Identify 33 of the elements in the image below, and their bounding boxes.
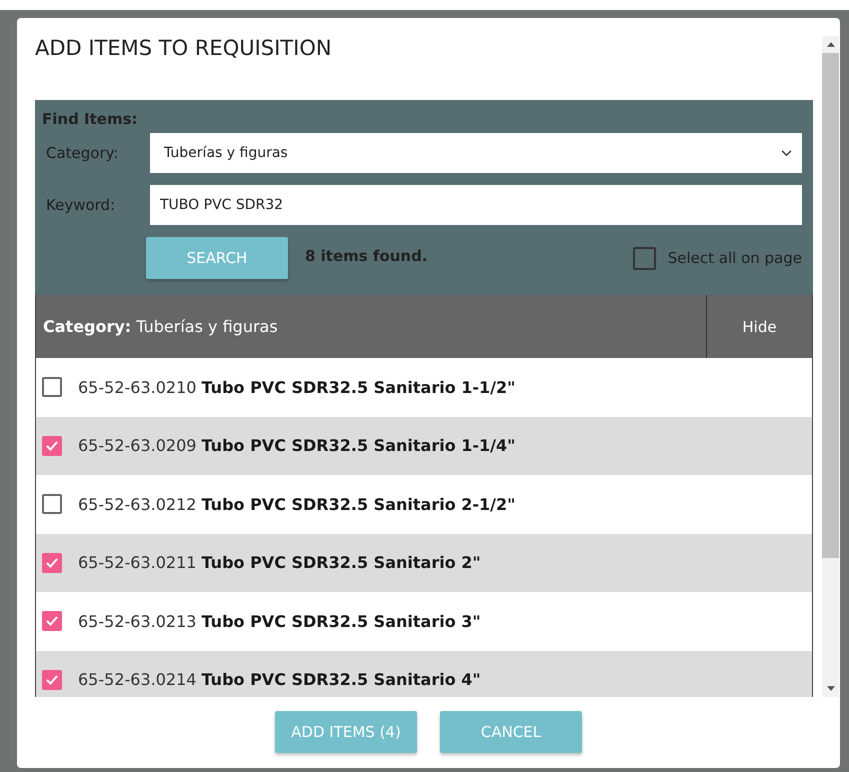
item-label: 65-52-63.0212 Tubo PVC SDR32.5 Sanitario 2-1/2": [78, 494, 516, 514]
item-label: 65-52-63.0210 Tubo PVC SDR32.5 Sanitario 1-1/2": [78, 378, 516, 397]
item-checkbox[interactable]: [42, 611, 62, 632]
item-row[interactable]: 65-52-63.0209 Tubo PVC SDR32.5 Sanitario 1-1/4": [36, 416, 812, 475]
scroll-down-icon[interactable]: [826, 686, 834, 691]
category-title: Category: Tuberías y figuras: [42, 317, 279, 336]
select-all-checkbox[interactable]: [632, 246, 656, 270]
item-checkbox[interactable]: [42, 436, 62, 456]
category-select[interactable]: Tuberías y figuras: [150, 133, 802, 173]
dialog-title: ADD ITEMS TO REQUISITION: [35, 36, 333, 62]
item-label: 65-52-63.0214 Tubo PVC SDR32.5 Sanitario 4": [78, 670, 481, 690]
check-icon: [45, 672, 59, 687]
result-count: 8 items found.: [305, 247, 428, 265]
check-icon: [45, 556, 59, 570]
item-label: 65-52-63.0209 Tubo PVC SDR32.5 Sanitario 1-1/4": [78, 436, 516, 456]
checkbox-label: Select all on page: [668, 249, 802, 267]
item-row[interactable]: 65-52-63.0211 Tubo PVC SDR32.5 Sanitario 2": [36, 534, 812, 592]
item-checkbox[interactable]: [42, 494, 62, 514]
chevron-down-icon: [781, 150, 792, 156]
field-label: Keyword:: [45, 196, 116, 214]
item-label: 65-52-63.0211 Tubo PVC SDR32.5 Sanitario 2": [78, 553, 481, 572]
item-checkbox[interactable]: [42, 377, 62, 398]
check-icon: [45, 614, 59, 628]
check-icon: [45, 438, 59, 453]
scroll-up-icon[interactable]: [826, 42, 834, 47]
item-checkbox[interactable]: [42, 552, 62, 573]
item-label: 65-52-63.0213 Tubo PVC SDR32.5 Sanitario 3": [78, 612, 481, 631]
panel-heading: Find Items:: [42, 110, 139, 128]
scrollbar[interactable]: [822, 36, 839, 697]
item-checkbox[interactable]: [42, 670, 62, 690]
keyword-field[interactable]: TUBO PVC SDR32: [150, 185, 802, 225]
field-label: Category:: [45, 144, 120, 162]
item-row[interactable]: 65-52-63.0214 Tubo PVC SDR32.5 Sanitario 4": [36, 650, 812, 697]
